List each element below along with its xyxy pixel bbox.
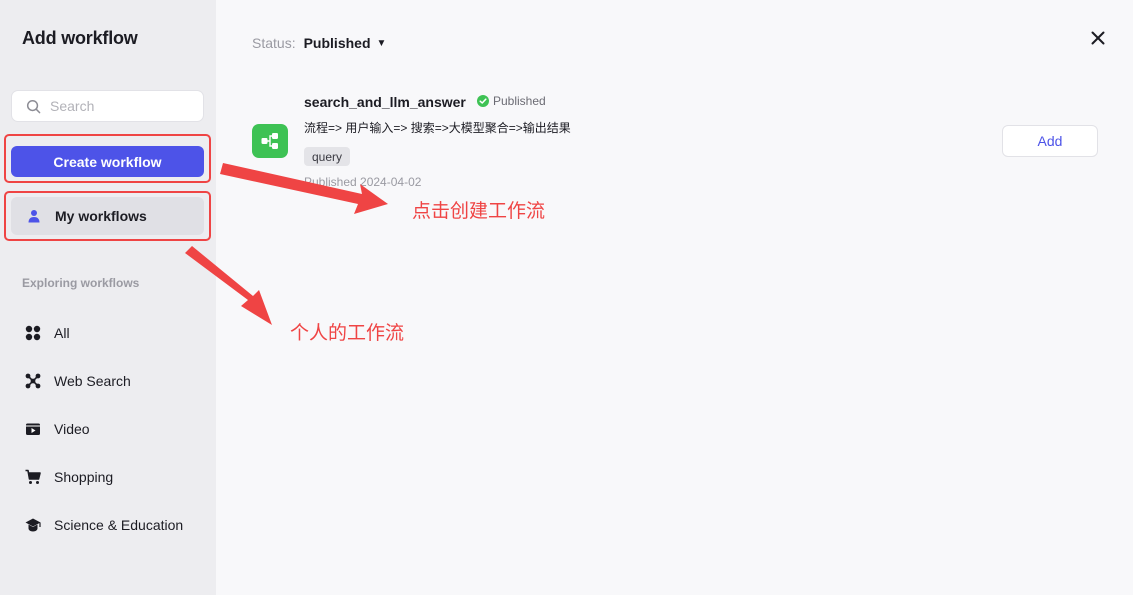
sidebar: Add workflow Create workflow My workflow… (0, 0, 216, 595)
close-icon (1091, 31, 1105, 45)
annotation-highlight-create (4, 134, 211, 183)
sidebar-item-all[interactable]: All (25, 322, 70, 344)
workflow-tag: query (304, 147, 351, 166)
workflow-publish-date: Published 2024-04-02 (304, 175, 422, 189)
close-button[interactable] (1089, 29, 1107, 47)
video-icon (26, 423, 40, 435)
sidebar-item-label: Shopping (54, 469, 114, 485)
annotation-highlight-my-workflows (4, 191, 211, 241)
workflow-nodes-icon (261, 133, 278, 149)
exploring-section-label: Exploring workflows (22, 276, 140, 290)
web-search-icon (25, 373, 41, 389)
sidebar-item-label: All (54, 325, 70, 341)
sidebar-item-science-education[interactable]: Science & Education (25, 514, 183, 536)
status-label: Status: (252, 35, 296, 51)
sidebar-item-label: Science & Education (54, 517, 184, 533)
graduation-cap-icon (25, 518, 41, 532)
status-filter[interactable]: Status: Published ▼ (252, 35, 386, 51)
sidebar-item-video[interactable]: Video (25, 418, 90, 440)
sidebar-item-shopping[interactable]: Shopping (25, 466, 113, 488)
caret-down-icon: ▼ (376, 37, 387, 49)
add-workflow-button[interactable]: Add (1002, 125, 1098, 157)
annotation-personal-text: 个人的工作流 (290, 322, 405, 344)
sidebar-item-label: Video (54, 421, 90, 437)
dialog-title: Add workflow (22, 28, 138, 48)
workflow-description: 流程=> 用户输入=> 搜索=>大模型聚合=>输出结果 (304, 121, 571, 135)
annotation-create-text: 点击创建工作流 (412, 200, 546, 222)
sidebar-item-web-search[interactable]: Web Search (25, 370, 131, 392)
status-value: Published (303, 35, 371, 51)
workflow-icon (252, 124, 288, 158)
search-icon (26, 99, 41, 113)
cart-icon (25, 469, 41, 484)
grid-icon (25, 325, 41, 341)
sidebar-item-label: Web Search (54, 373, 131, 389)
published-badge-label: Published (493, 94, 546, 108)
workflow-name[interactable]: search_and_llm_answer (304, 94, 466, 110)
published-badge: Published (477, 94, 546, 108)
search-input[interactable] (50, 98, 190, 114)
main-panel: Status: Published ▼ search_and_llm_answe… (216, 0, 1133, 595)
search-box[interactable] (11, 90, 204, 122)
check-circle-icon (477, 95, 489, 107)
